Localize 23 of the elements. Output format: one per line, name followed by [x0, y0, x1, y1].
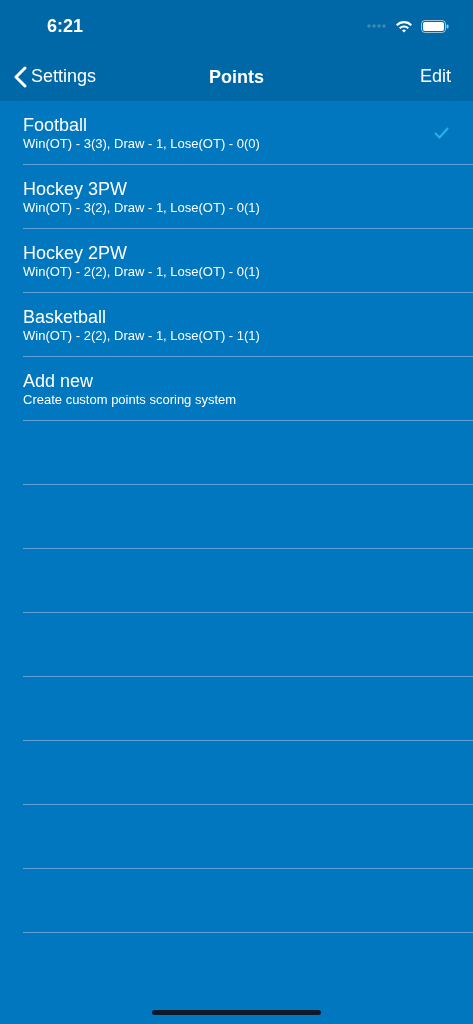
- row-subtitle: Win(OT) - 3(3), Draw - 1, Lose(OT) - 0(0): [23, 135, 260, 152]
- row-title: Basketball: [23, 305, 108, 328]
- back-chevron-icon: [14, 65, 27, 88]
- row-subtitle: Win(OT) - 3(2), Draw - 1, Lose(OT) - 0(1): [23, 199, 260, 216]
- wifi-icon: [395, 19, 413, 33]
- row-subtitle: Win(OT) - 2(2), Draw - 1, Lose(OT) - 0(1): [23, 263, 260, 280]
- battery-icon: [421, 19, 449, 33]
- row-subtitle: Win(OT) - 2(2), Draw - 1, Lose(OT) - 1(1): [23, 327, 260, 344]
- status-time: 6:21: [47, 14, 84, 38]
- row-title: Add new: [23, 369, 95, 392]
- signal-icon: [367, 24, 387, 28]
- row-title: Hockey 3PW: [23, 177, 129, 200]
- list-row[interactable]: Hockey 3PW Win(OT) - 3(2), Draw - 1, Lose(OT) - 0(1): [23, 165, 473, 229]
- list-row[interactable]: Football Win(OT) - 3(3), Draw - 1, Lose(OT) - 0(0): [23, 101, 473, 165]
- row-subtitle: Create custom points scoring system: [23, 391, 237, 408]
- row-title: Football: [23, 113, 89, 136]
- edit-button[interactable]: Edit: [419, 63, 451, 90]
- add-row[interactable]: Add new Create custom points scoring system: [23, 357, 473, 421]
- list-row[interactable]: Hockey 2PW Win(OT) - 2(2), Draw - 1, Lose(OT) - 0(1): [23, 229, 473, 293]
- row-title: Hockey 2PW: [23, 241, 129, 264]
- list-row[interactable]: Basketball Win(OT) - 2(2), Draw - 1, Lose(OT) - 1(1): [23, 293, 473, 357]
- page-title: Points: [209, 66, 264, 89]
- back-button[interactable]: Settings: [14, 63, 97, 90]
